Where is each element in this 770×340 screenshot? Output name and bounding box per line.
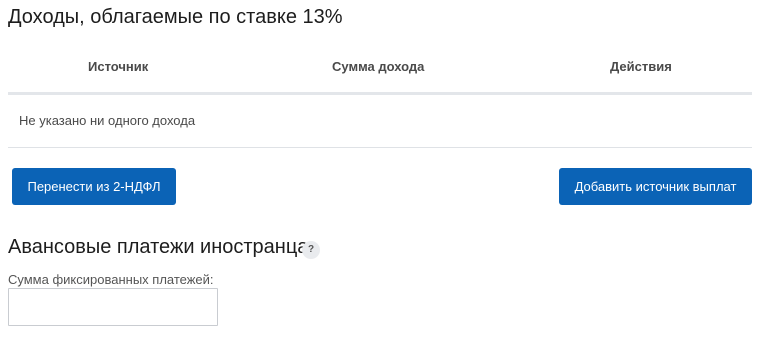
fixed-payments-input[interactable]: [8, 288, 218, 326]
income-table-empty-row: Не указано ни одного дохода: [8, 95, 752, 148]
income-form-page: Доходы, облагаемые по ставке 13% Источни…: [0, 0, 770, 340]
column-header-amount: Сумма дохода: [332, 59, 425, 74]
advance-payments-title: Авансовые платежи иностранца: [8, 236, 309, 258]
question-mark-icon[interactable]: ?: [302, 241, 320, 259]
import-from-2ndfl-button[interactable]: Перенести из 2-НДФЛ: [12, 168, 176, 205]
income-section-title: Доходы, облагаемые по ставке 13%: [8, 6, 343, 28]
fixed-payments-label: Сумма фиксированных платежей:: [8, 272, 214, 287]
income-table-header: Источник Сумма дохода Действия: [8, 44, 752, 95]
column-header-actions: Действия: [610, 59, 672, 74]
column-header-source: Источник: [88, 59, 149, 74]
income-table: Источник Сумма дохода Действия Не указан…: [8, 44, 752, 148]
add-income-source-button[interactable]: Добавить источник выплат: [559, 168, 752, 205]
empty-table-message: Не указано ни одного дохода: [19, 113, 196, 128]
